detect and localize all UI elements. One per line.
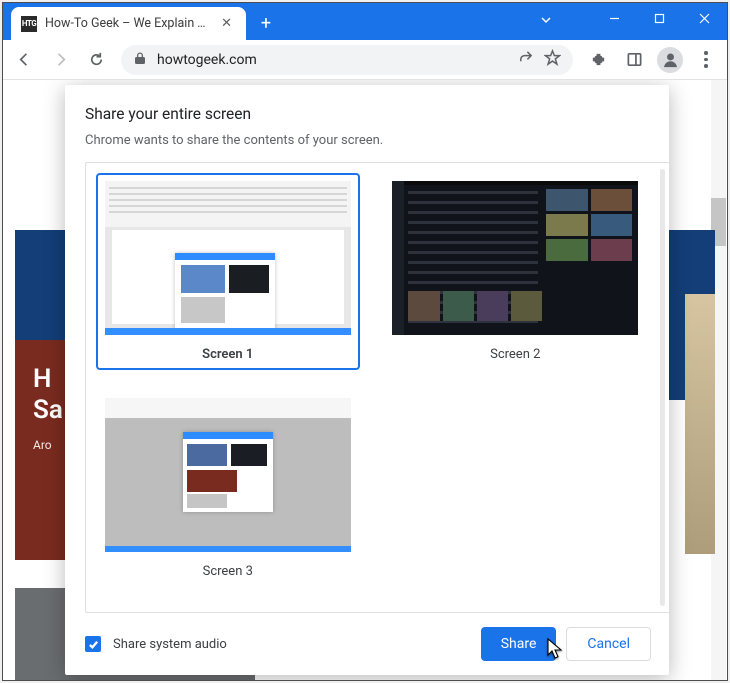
screen-thumbnail	[105, 181, 351, 335]
reload-button[interactable]	[79, 45, 113, 75]
browser-tab[interactable]: HTG How-To Geek – We Explain Techn ✕	[11, 7, 246, 40]
screen-option-label: Screen 1	[202, 347, 253, 362]
tab-title: How-To Geek – We Explain Techn	[45, 16, 209, 31]
browser-window: HTG How-To Geek – We Explain Techn ✕ + h…	[2, 2, 728, 681]
screen-option-3[interactable]: Screen 3	[96, 390, 360, 587]
screen-thumbnail	[105, 398, 351, 552]
url-text: howtogeek.com	[157, 52, 257, 68]
screen-thumbnail	[392, 181, 638, 335]
address-bar[interactable]: howtogeek.com	[121, 45, 573, 75]
share-audio-checkbox[interactable]	[85, 636, 101, 652]
lock-icon	[133, 51, 147, 69]
back-button[interactable]	[7, 45, 41, 75]
forward-button[interactable]	[43, 45, 77, 75]
page-content: HSa Aro Share your entire screen Chrome …	[3, 80, 727, 680]
dialog-footer: Share system audio Share Cancel	[85, 627, 669, 661]
maximize-button[interactable]	[637, 3, 682, 33]
dialog-title: Share your entire screen	[85, 105, 669, 123]
share-url-icon[interactable]	[517, 49, 534, 70]
tab-overflow-icon[interactable]	[540, 11, 552, 30]
screen-option-2[interactable]: Screen 2	[384, 173, 648, 370]
titlebar: HTG How-To Geek – We Explain Techn ✕ +	[3, 3, 727, 40]
sidepanel-icon[interactable]	[617, 45, 651, 75]
share-audio-label: Share system audio	[113, 637, 227, 652]
dialog-subtitle: Chrome wants to share the contents of yo…	[85, 133, 669, 148]
screen-option-label: Screen 2	[490, 347, 540, 362]
close-window-button[interactable]	[682, 3, 727, 33]
page-side-image	[685, 294, 715, 554]
profile-avatar[interactable]	[653, 45, 687, 75]
extensions-icon[interactable]	[581, 45, 615, 75]
bookmark-star-icon[interactable]	[544, 49, 561, 70]
browser-menu-icon[interactable]	[689, 51, 723, 68]
share-button[interactable]: Share	[481, 627, 557, 661]
browser-toolbar: howtogeek.com	[3, 40, 727, 80]
screen-option-label: Screen 3	[203, 564, 253, 579]
tab-close-icon[interactable]: ✕	[217, 14, 236, 33]
picker-scrollbar[interactable]	[660, 169, 665, 606]
cancel-button[interactable]: Cancel	[566, 627, 651, 661]
screen-picker: Screen 1 Screen 2	[85, 162, 669, 613]
screen-option-1[interactable]: Screen 1	[96, 173, 360, 370]
share-screen-dialog: Share your entire screen Chrome wants to…	[65, 85, 669, 675]
window-controls	[592, 3, 727, 33]
new-tab-button[interactable]: +	[252, 9, 280, 37]
favicon: HTG	[21, 16, 37, 32]
minimize-button[interactable]	[592, 3, 637, 33]
